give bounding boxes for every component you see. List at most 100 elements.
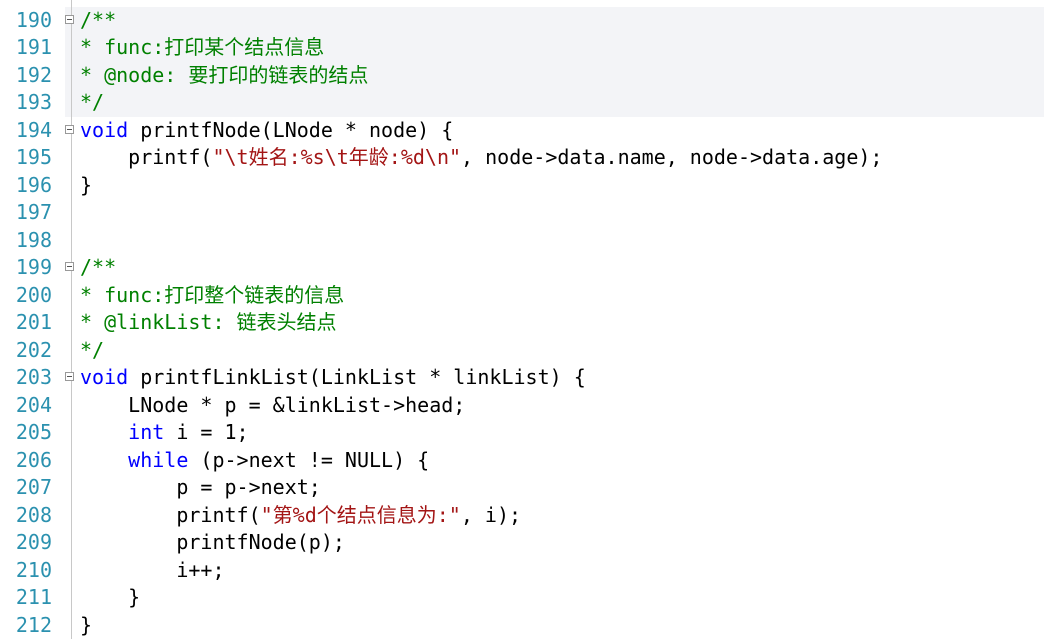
code-text: } [80,172,92,200]
code-token: void [80,365,129,389]
code-line[interactable]: 198 [0,226,1044,254]
code-token: printfLinkList(LinkList * linkList) { [128,365,586,389]
collapse-icon[interactable] [65,262,74,271]
line-number: 204 [15,392,52,417]
code-token: p = p->next; [80,475,321,499]
line-number: 203 [15,365,52,389]
fold-guide [71,501,72,529]
line-number: 198 [15,227,52,252]
code-line[interactable]: 200 * func:打印整个链表的信息 [0,281,1044,310]
code-line[interactable]: 190 /** [0,6,1044,35]
code-line[interactable]: 210 i++; [0,556,1044,585]
code-token: printf( [80,502,261,527]
code-editor[interactable]: 189190/**191* func:打印某个结点信息192* @node: 要… [0,0,1044,639]
code-text: /** [80,7,116,35]
code-line[interactable]: 196} [0,171,1044,200]
fold-guide [71,61,72,89]
code-line[interactable]: 202 */ [0,336,1044,365]
code-token: int [128,420,165,444]
code-line[interactable]: 205 int i = 1; [0,419,1044,447]
fold-guide [71,199,72,227]
code-token: */ [80,90,105,114]
code-text: */ [80,337,104,365]
code-token: * @linkList: 链表头结点 [80,310,337,334]
code-line[interactable]: 206 while (p->next != NULL) { [0,446,1044,475]
code-text: void printfNode(LNode * node) { [80,117,453,145]
code-token: void [80,117,129,142]
code-line[interactable]: 201 * @linkList: 链表头结点 [0,309,1044,337]
code-text: */ [80,89,104,117]
code-line[interactable]: 207 p = p->next; [0,474,1044,502]
code-text: LNode * p = &linkList->head; [80,392,465,420]
code-line[interactable]: 204 LNode * p = &linkList->head; [0,391,1044,420]
line-number: 211 [15,585,52,609]
collapse-icon[interactable] [65,372,74,381]
fold-guide [71,611,72,639]
code-token: } [80,172,93,197]
code-token: "\t姓名:%s\t年龄:%d\n" [212,145,462,169]
fold-guide [71,584,72,612]
code-token: /** [80,7,117,32]
code-line[interactable]: 193 */ [0,89,1044,117]
line-highlight [65,6,1044,34]
code-text: * func:打印某个结点信息 [80,34,324,62]
code-token: "第%d个结点信息为:" [260,502,461,527]
line-number: 206 [15,447,52,472]
code-text: * @node: 要打印的链表的结点 [80,62,368,90]
code-text: while (p->next != NULL) { [80,447,429,475]
fold-guide [71,34,72,62]
code-text: * func:打印整个链表的信息 [80,282,344,310]
code-token: /** [80,255,117,279]
fold-guide [71,226,72,254]
code-line[interactable]: 208 printf("第%d个结点信息为:", i); [0,501,1044,529]
line-number: 212 [15,612,52,637]
code-token: LNode * p = &linkList->head; [80,392,466,417]
line-number: 200 [15,282,52,307]
code-token: i = 1; [164,420,249,444]
code-token: } [80,612,93,637]
fold-guide [71,336,72,364]
fold-guide [71,446,72,474]
code-text: /** [80,254,116,282]
code-line[interactable]: 194 void printfNode(LNode * node) { [0,116,1044,145]
line-number: 197 [15,200,52,224]
code-token: while [128,447,189,472]
collapse-icon[interactable] [65,124,74,134]
fold-guide [71,474,72,502]
code-line[interactable]: 192 * @node: 要打印的链表的结点 [0,61,1044,90]
line-number: 209 [15,530,52,554]
fold-guide [71,89,72,117]
line-number: 196 [15,172,52,197]
code-line[interactable]: 203 void printfLinkList(LinkList * linkLi… [0,364,1044,392]
line-number: 191 [15,35,52,59]
code-token: , node->data.name, node->data.age); [461,145,883,169]
code-line[interactable]: 199 /** [0,254,1044,282]
code-text: i++; [80,557,225,585]
collapse-icon[interactable] [65,14,74,24]
code-line[interactable]: 197 [0,199,1044,227]
fold-guide [71,529,72,557]
code-token: * func:打印某个结点信息 [80,35,325,59]
line-number: 195 [15,145,52,169]
code-token: printfNode(p); [80,530,345,554]
code-line[interactable]: 212} [0,611,1044,639]
fold-guide [71,391,72,419]
code-token: (p->next != NULL) { [188,447,430,472]
code-token: printfNode(LNode * node) { [128,117,454,142]
code-line[interactable]: 209 printfNode(p); [0,529,1044,557]
code-line[interactable]: 195 printf("\t姓名:%s\t年龄:%d\n", node->dat… [0,144,1044,172]
code-text: } [80,584,140,612]
code-text: void printfLinkList(LinkList * linkList)… [80,364,586,392]
code-line[interactable]: 211 } [0,584,1044,612]
fold-guide [71,171,72,199]
line-number: 205 [15,420,52,444]
code-token: } [80,585,141,609]
line-highlight [65,89,1044,117]
code-line[interactable]: 191 * func:打印某个结点信息 [0,34,1044,62]
line-number: 208 [15,502,52,527]
line-number: 193 [15,90,52,114]
code-token: i++; [80,557,225,582]
fold-guide [71,309,72,337]
code-token: , i); [460,502,522,527]
